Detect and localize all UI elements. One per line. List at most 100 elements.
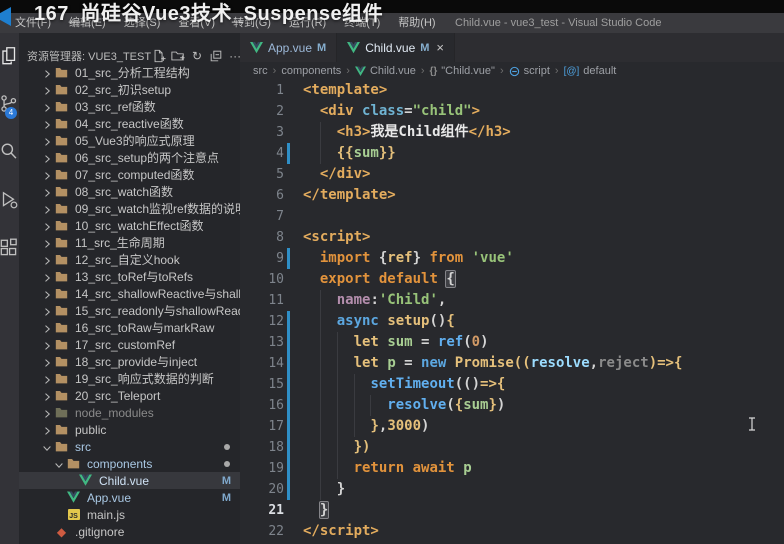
tree-item-label: node_modules — [75, 406, 154, 420]
code-line[interactable]: 6</template> — [240, 185, 784, 206]
tree-item[interactable]: 11_src_生命周期 — [19, 234, 240, 251]
modified-badge: M — [222, 492, 231, 504]
breadcrumb-label: default — [583, 65, 616, 77]
code-line[interactable]: 20 } — [240, 479, 784, 500]
tree-item-label: 16_src_toRaw与markRaw — [75, 319, 214, 336]
video-title-overlay: 167_尚硅谷Vue3技术_Suspense组件 — [34, 0, 383, 26]
code-line[interactable]: 21 } — [240, 500, 784, 521]
tree-item[interactable]: 02_src_初识setup — [19, 81, 240, 98]
tree-item[interactable]: ◆.gitignore — [19, 523, 240, 540]
breadcrumb-item[interactable]: script — [509, 65, 550, 77]
tree-item[interactable]: 08_src_watch函数 — [19, 183, 240, 200]
chevron-down-icon — [41, 441, 53, 453]
tree-item[interactable]: node_modules — [19, 404, 240, 421]
tree-item-label: components — [87, 457, 152, 471]
tree-item[interactable]: 03_src_ref函数 — [19, 98, 240, 115]
code-text: } — [303, 500, 328, 521]
tree-item[interactable]: 17_src_customRef — [19, 336, 240, 353]
code-line[interactable]: 22</script> — [240, 521, 784, 542]
code-line[interactable]: 9 import {ref} from 'vue' — [240, 248, 784, 269]
git-icon: ◆ — [55, 525, 68, 538]
tree-item[interactable]: 18_src_provide与inject — [19, 353, 240, 370]
tree-item[interactable]: 15_src_readonly与shallowReadonly — [19, 302, 240, 319]
code-line[interactable]: 19 return await p — [240, 458, 784, 479]
tree-item[interactable]: public — [19, 421, 240, 438]
tree-item[interactable]: Child.vueM — [19, 472, 240, 489]
breadcrumb-item[interactable]: [@]default — [564, 65, 617, 77]
code-line[interactable]: 2 <div class="child"> — [240, 101, 784, 122]
new-folder-icon[interactable] — [170, 48, 186, 64]
code-line[interactable]: 14 let p = new Promise((resolve,reject)=… — [240, 353, 784, 374]
code-line[interactable]: 15 setTimeout(()=>{ — [240, 374, 784, 395]
code-line[interactable]: 13 let sum = ref(0) — [240, 332, 784, 353]
breadcrumb-item[interactable]: Child.vue — [355, 65, 416, 77]
breadcrumb-separator-icon: › — [346, 65, 350, 77]
tree-item-label: 07_src_computed函数 — [75, 166, 194, 183]
tree-item[interactable]: 01_src_分析工程结构 — [19, 64, 240, 81]
code-line[interactable]: 7 — [240, 206, 784, 227]
screen: 167_尚硅谷Vue3技术_Suspense组件 文件(F)编辑(E)选择(S)… — [0, 0, 784, 544]
tree-item[interactable]: 06_src_setup的两个注意点 — [19, 149, 240, 166]
explorer-sidebar: 资源管理器: VUE3_TEST ↻··· 01_src_分析工程结构02_sr… — [19, 33, 240, 544]
tree-item[interactable]: 09_src_watch监视ref数据的说明 — [19, 200, 240, 217]
tree-item[interactable]: 07_src_computed函数 — [19, 166, 240, 183]
chevron-right-icon — [41, 186, 53, 198]
vue-icon — [67, 491, 80, 504]
code-text: setTimeout(()=>{ — [303, 374, 505, 395]
code-line[interactable]: 5 </div> — [240, 164, 784, 185]
line-number: 2 — [240, 101, 284, 122]
tree-item[interactable]: 20_src_Teleport — [19, 387, 240, 404]
tree-item-label: App.vue — [87, 491, 131, 505]
activity-source-control-icon[interactable]: 4 — [0, 93, 20, 115]
breadcrumb-item[interactable]: components — [281, 65, 341, 77]
tree-item[interactable]: 04_src_reactive函数 — [19, 115, 240, 132]
tree-item[interactable]: JSmain.js — [19, 506, 240, 523]
tab-child-vue[interactable]: Child.vueM× — [337, 33, 455, 62]
breadcrumb-label: Child.vue — [370, 65, 416, 77]
code-editor[interactable]: 1<template>2 <div class="child">3 <h3>我是… — [240, 80, 784, 544]
indent-spacer — [53, 492, 65, 504]
activity-extensions-icon[interactable] — [0, 237, 20, 259]
code-text: import {ref} from 'vue' — [303, 248, 514, 269]
code-line[interactable]: 1<template> — [240, 80, 784, 101]
close-icon[interactable]: × — [436, 41, 444, 54]
more-icon[interactable]: ··· — [227, 48, 240, 64]
tree-item[interactable]: 10_src_watchEffect函数 — [19, 217, 240, 234]
tree-item[interactable]: 13_src_toRef与toRefs — [19, 268, 240, 285]
modified-dot — [224, 461, 230, 467]
tree-item[interactable]: 19_src_响应式数据的判断 — [19, 370, 240, 387]
activity-files-icon[interactable] — [0, 45, 20, 67]
tree-item[interactable]: 16_src_toRaw与markRaw — [19, 319, 240, 336]
line-number: 1 — [240, 80, 284, 101]
folder-icon — [55, 287, 68, 300]
code-line[interactable]: 8<script> — [240, 227, 784, 248]
code-line[interactable]: 16 resolve({sum}) — [240, 395, 784, 416]
code-line[interactable]: 17 },3000) — [240, 416, 784, 437]
menu-item[interactable]: 帮助(H) — [389, 13, 444, 33]
code-line[interactable]: 11 name:'Child', — [240, 290, 784, 311]
tree-item[interactable]: src — [19, 438, 240, 455]
code-line[interactable]: 18 }) — [240, 437, 784, 458]
tree-item[interactable]: 14_src_shallowReactive与shallowRef — [19, 285, 240, 302]
code-line[interactable]: 4 {{sum}} — [240, 143, 784, 164]
collapse-all-icon[interactable] — [208, 48, 224, 64]
folder-icon — [55, 236, 68, 249]
folder-icon — [55, 202, 68, 215]
tree-item[interactable]: ● — [19, 540, 240, 544]
refresh-icon[interactable]: ↻ — [189, 48, 205, 64]
activity-run-debug-icon[interactable] — [0, 189, 20, 211]
tree-item[interactable]: 05_Vue3的响应式原理 — [19, 132, 240, 149]
folder-icon — [55, 440, 68, 453]
breadcrumb-item[interactable]: src — [253, 65, 268, 77]
tree-item[interactable]: 12_src_自定义hook — [19, 251, 240, 268]
tree-item[interactable]: components — [19, 455, 240, 472]
code-line[interactable]: 10 export default { — [240, 269, 784, 290]
tree-item[interactable]: App.vue M — [19, 489, 240, 506]
breadcrumb-item[interactable]: {}"Child.vue" — [429, 65, 494, 77]
tab-app-vue[interactable]: App.vueM — [240, 33, 337, 62]
activity-search-icon[interactable] — [0, 141, 20, 163]
code-line[interactable]: 12 async setup(){ — [240, 311, 784, 332]
new-file-icon[interactable] — [151, 48, 167, 64]
modified-gutter-bar — [287, 143, 290, 164]
code-line[interactable]: 3 <h3>我是Child组件</h3> — [240, 122, 784, 143]
